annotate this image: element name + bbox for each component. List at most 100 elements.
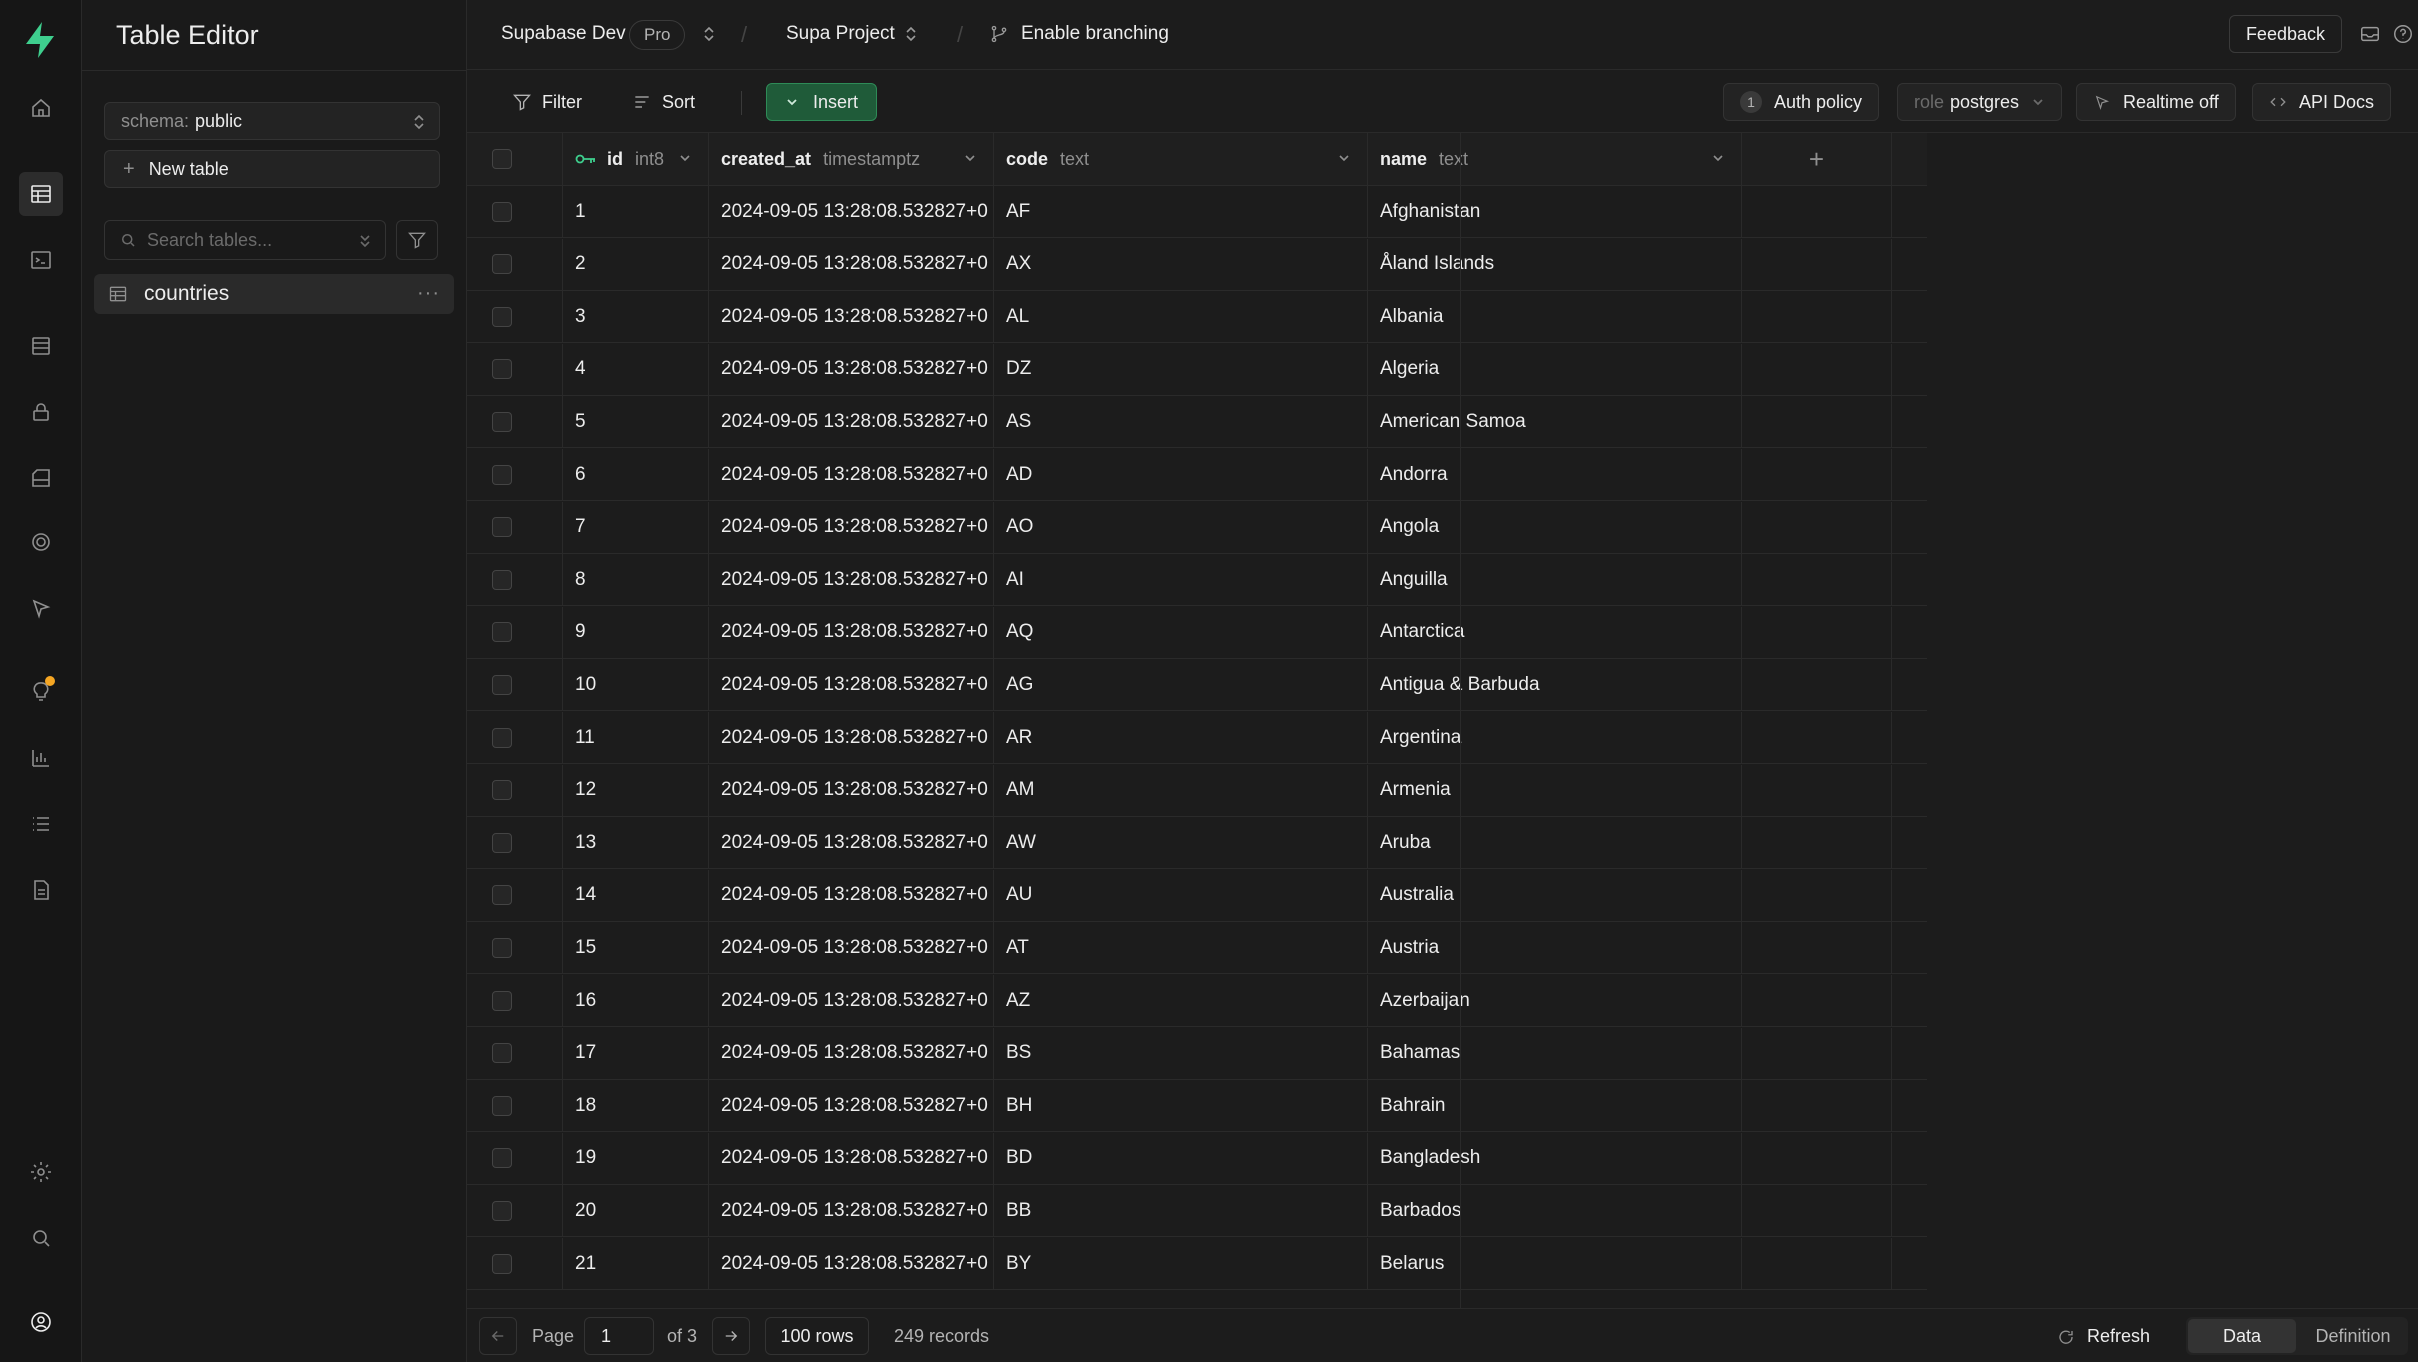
table-row[interactable]: 7 2024-09-05 13:28:08.532827+0 AO Angola	[467, 501, 1927, 554]
row-checkbox[interactable]	[491, 832, 512, 853]
cell-code[interactable]: DZ	[994, 343, 1368, 395]
cell-id[interactable]: 6	[563, 449, 709, 500]
cell-created-at[interactable]: 2024-09-05 13:28:08.532827+0	[709, 1238, 994, 1289]
cell-id[interactable]: 14	[563, 869, 709, 921]
cell-id[interactable]: 8	[563, 554, 709, 606]
cell-created-at[interactable]: 2024-09-05 13:28:08.532827+0	[709, 1132, 994, 1184]
cell-code[interactable]: AT	[994, 922, 1368, 974]
table-row[interactable]: 16 2024-09-05 13:28:08.532827+0 AZ Azerbaij…	[467, 975, 1927, 1027]
table-row[interactable]: 19 2024-09-05 13:28:08.532827+0 BD Banglade…	[467, 1132, 1927, 1185]
column-header-name[interactable]: name text	[1368, 133, 1742, 185]
cell-id[interactable]: 4	[563, 343, 709, 395]
logs-list-icon[interactable]	[19, 802, 63, 846]
search-icon[interactable]	[19, 1216, 63, 1260]
cell-code[interactable]: AO	[994, 501, 1368, 553]
filter-button[interactable]: Filter	[512, 83, 582, 121]
cell-name[interactable]: Belarus	[1368, 1238, 1742, 1289]
row-checkbox[interactable]	[491, 359, 512, 380]
row-checkbox[interactable]	[491, 885, 512, 906]
row-checkbox[interactable]	[491, 1148, 512, 1169]
cell-name[interactable]: Azerbaijan	[1368, 975, 1742, 1026]
row-checkbox[interactable]	[491, 517, 512, 538]
tab-definition[interactable]: Definition	[2298, 1319, 2408, 1353]
cell-id[interactable]: 2	[563, 238, 709, 290]
auth-lock-icon[interactable]	[19, 390, 63, 434]
cell-code[interactable]: BH	[994, 1080, 1368, 1132]
row-checkbox[interactable]	[491, 1253, 512, 1274]
row-checkbox[interactable]	[491, 727, 512, 748]
cell-created-at[interactable]: 2024-09-05 13:28:08.532827+0	[709, 922, 994, 974]
cell-name[interactable]: Åland Islands	[1368, 238, 1742, 290]
cell-name[interactable]: Bahrain	[1368, 1080, 1742, 1132]
cell-name[interactable]: Antarctica	[1368, 606, 1742, 658]
chevrons-collapse-icon[interactable]	[357, 231, 373, 251]
table-row[interactable]: 1 2024-09-05 13:28:08.532827+0 AF Afghanist…	[467, 186, 1927, 238]
cell-created-at[interactable]: 2024-09-05 13:28:08.532827+0	[709, 1027, 994, 1079]
cell-code[interactable]: AD	[994, 449, 1368, 500]
search-tables-input[interactable]: Search tables...	[104, 220, 386, 260]
edge-functions-icon[interactable]	[19, 520, 63, 564]
add-column-button[interactable]: +	[1742, 133, 1892, 185]
row-checkbox[interactable]	[491, 306, 512, 327]
rows-per-page-select[interactable]: 100 rows	[765, 1317, 869, 1355]
sidebar-item-countries[interactable]: countries ···	[94, 274, 454, 314]
breadcrumb-project[interactable]: Supa Project	[786, 23, 895, 45]
cell-code[interactable]: BB	[994, 1185, 1368, 1237]
cell-created-at[interactable]: 2024-09-05 13:28:08.532827+0	[709, 186, 994, 237]
cell-id[interactable]: 20	[563, 1185, 709, 1237]
more-options-icon[interactable]: ···	[417, 282, 440, 305]
row-checkbox[interactable]	[491, 464, 512, 485]
inbox-icon[interactable]	[2359, 23, 2381, 45]
sql-editor-icon[interactable]	[19, 238, 63, 282]
table-row[interactable]: 6 2024-09-05 13:28:08.532827+0 AD Andorra	[467, 449, 1927, 501]
cell-name[interactable]: Argentina	[1368, 712, 1742, 763]
settings-gear-icon[interactable]	[19, 1150, 63, 1194]
new-table-button[interactable]: + New table	[104, 150, 440, 188]
cell-code[interactable]: AX	[994, 238, 1368, 290]
home-icon[interactable]	[19, 86, 63, 130]
cell-created-at[interactable]: 2024-09-05 13:28:08.532827+0	[709, 764, 994, 816]
cell-created-at[interactable]: 2024-09-05 13:28:08.532827+0	[709, 817, 994, 869]
cell-name[interactable]: Austria	[1368, 922, 1742, 974]
insert-button[interactable]: Insert	[766, 83, 878, 121]
cell-created-at[interactable]: 2024-09-05 13:28:08.532827+0	[709, 869, 994, 921]
cell-name[interactable]: Aruba	[1368, 817, 1742, 869]
cell-created-at[interactable]: 2024-09-05 13:28:08.532827+0	[709, 343, 994, 395]
cell-created-at[interactable]: 2024-09-05 13:28:08.532827+0	[709, 975, 994, 1026]
cell-created-at[interactable]: 2024-09-05 13:28:08.532827+0	[709, 712, 994, 763]
table-row[interactable]: 21 2024-09-05 13:28:08.532827+0 BY Belarus	[467, 1238, 1927, 1290]
advisors-lightbulb-icon[interactable]	[19, 670, 63, 714]
row-checkbox[interactable]	[491, 990, 512, 1011]
cell-id[interactable]: 17	[563, 1027, 709, 1079]
cell-created-at[interactable]: 2024-09-05 13:28:08.532827+0	[709, 238, 994, 290]
cell-id[interactable]: 19	[563, 1132, 709, 1184]
column-header-created-at[interactable]: created_at timestamptz	[709, 133, 994, 185]
page-number-input[interactable]: 1	[584, 1317, 654, 1355]
row-checkbox[interactable]	[491, 569, 512, 590]
table-row[interactable]: 15 2024-09-05 13:28:08.532827+0 AT Austria	[467, 922, 1927, 975]
help-icon[interactable]	[2392, 23, 2418, 45]
chevron-down-icon[interactable]	[1337, 151, 1351, 165]
table-row[interactable]: 2 2024-09-05 13:28:08.532827+0 AX Åland Isl…	[467, 238, 1927, 291]
cell-name[interactable]: Albania	[1368, 291, 1742, 343]
refresh-button[interactable]: Refresh	[2057, 1326, 2150, 1347]
cell-created-at[interactable]: 2024-09-05 13:28:08.532827+0	[709, 1185, 994, 1237]
next-page-button[interactable]	[712, 1317, 750, 1355]
cell-code[interactable]: AW	[994, 817, 1368, 869]
row-checkbox[interactable]	[491, 254, 512, 275]
cell-name[interactable]: Australia	[1368, 869, 1742, 921]
filter-tables-button[interactable]	[396, 220, 438, 260]
cell-created-at[interactable]: 2024-09-05 13:28:08.532827+0	[709, 659, 994, 711]
row-checkbox[interactable]	[491, 780, 512, 801]
cell-name[interactable]: Angola	[1368, 501, 1742, 553]
database-icon[interactable]	[19, 324, 63, 368]
prev-page-button[interactable]	[479, 1317, 517, 1355]
cell-id[interactable]: 18	[563, 1080, 709, 1132]
cell-name[interactable]: Andorra	[1368, 449, 1742, 500]
cell-code[interactable]: BD	[994, 1132, 1368, 1184]
table-row[interactable]: 13 2024-09-05 13:28:08.532827+0 AW Aruba	[467, 817, 1927, 870]
cell-created-at[interactable]: 2024-09-05 13:28:08.532827+0	[709, 554, 994, 606]
cell-code[interactable]: AL	[994, 291, 1368, 343]
supabase-logo-icon[interactable]	[18, 18, 62, 62]
table-row[interactable]: 18 2024-09-05 13:28:08.532827+0 BH Bahrain	[467, 1080, 1927, 1133]
